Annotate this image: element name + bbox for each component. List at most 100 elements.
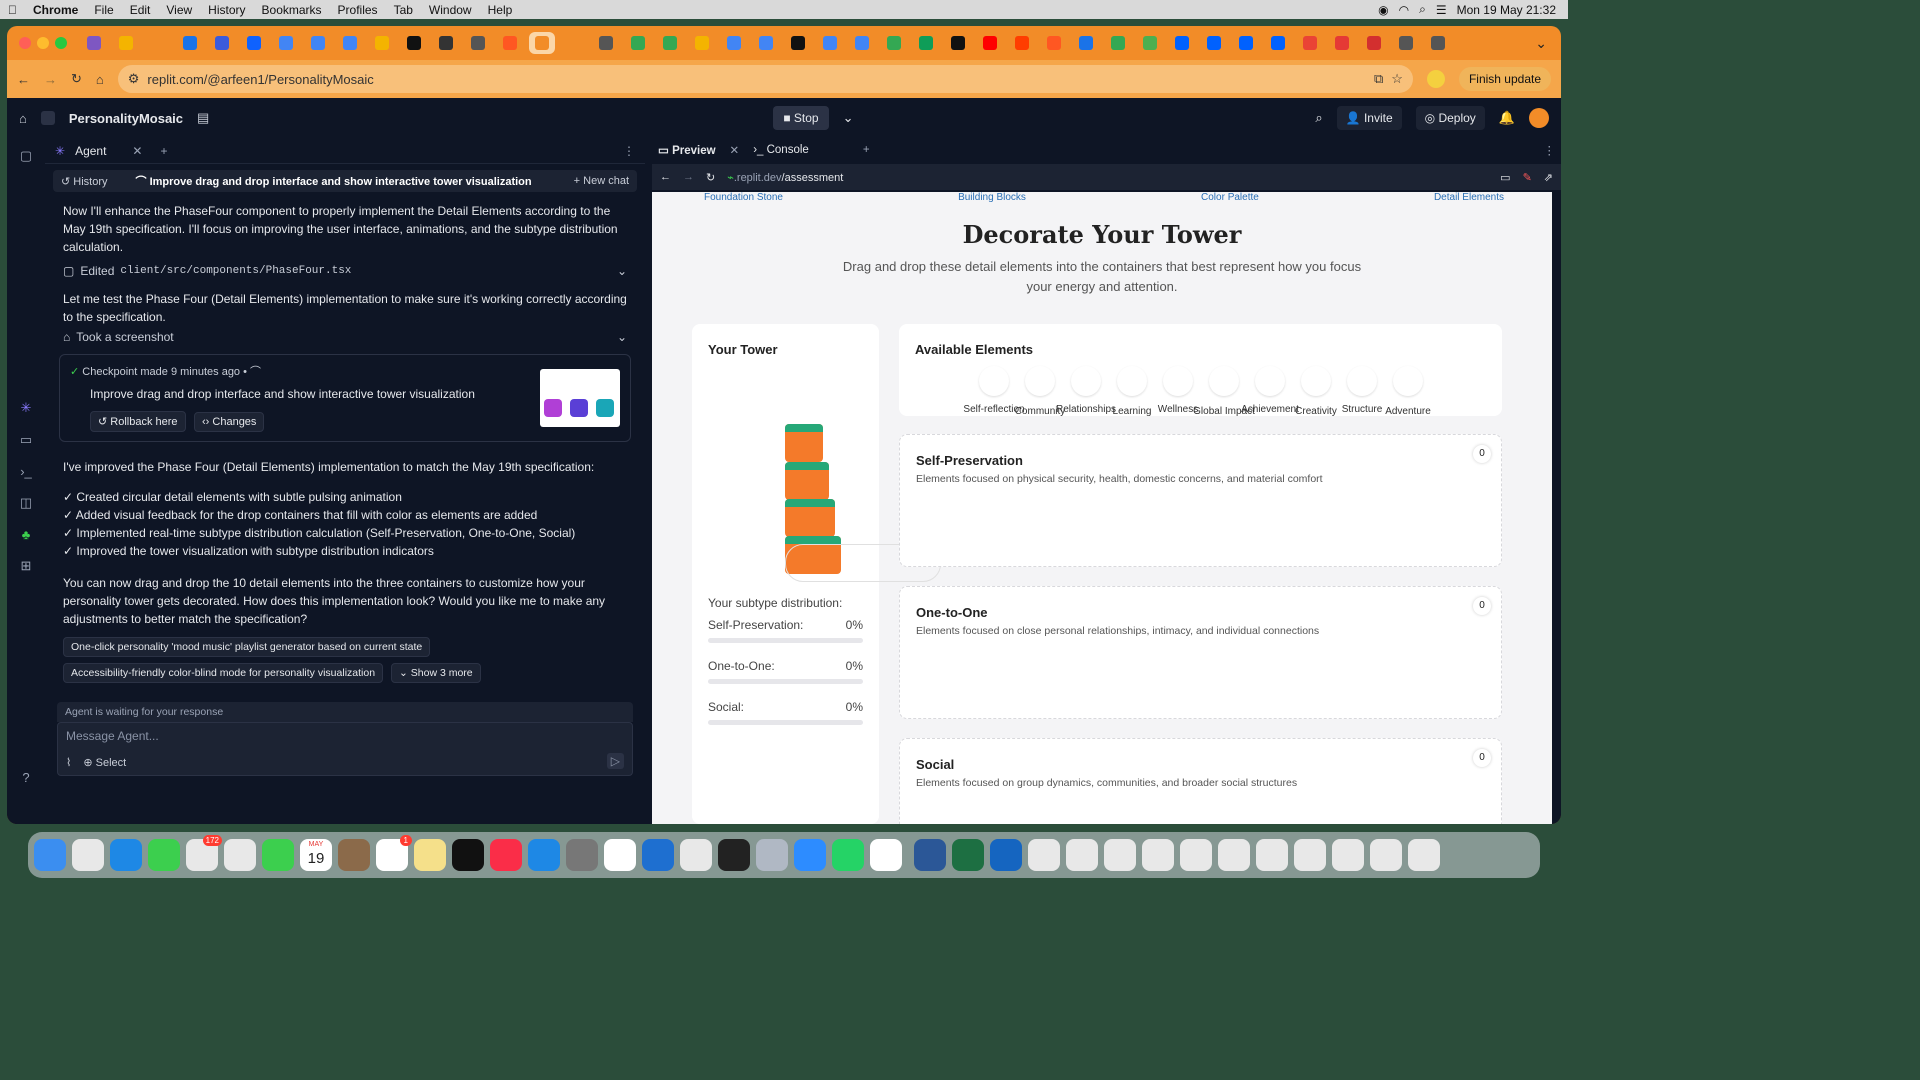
browser-tab[interactable] <box>433 32 459 54</box>
apple-icon[interactable]:  <box>0 3 25 17</box>
browser-tab[interactable] <box>721 32 747 54</box>
browser-tab[interactable] <box>81 32 107 54</box>
invite-button[interactable]: 👤 Invite <box>1336 106 1402 130</box>
stop-button[interactable]: ■ Stop <box>773 106 829 130</box>
browser-tab[interactable] <box>1425 32 1451 54</box>
browser-tab[interactable] <box>273 32 299 54</box>
bookmark-star-icon[interactable]: ☆ <box>1391 71 1403 87</box>
rollback-button[interactable]: ↺ Rollback here <box>90 411 186 432</box>
wifi-icon[interactable]: ◠ <box>1399 3 1409 17</box>
url-field[interactable]: ⚙ replit.com/@arfeen1/PersonalityMosaic … <box>117 65 1413 93</box>
dock-app-icon[interactable] <box>1294 839 1326 871</box>
detail-element[interactable] <box>1117 366 1147 396</box>
dock-app-icon[interactable] <box>1142 839 1174 871</box>
dock-app-icon[interactable] <box>72 839 104 871</box>
browser-tab[interactable] <box>881 32 907 54</box>
menu-item[interactable]: File <box>86 3 121 17</box>
browser-tab[interactable] <box>529 32 555 54</box>
all-tools-icon[interactable]: ⊞ <box>21 558 32 574</box>
dock-app-icon[interactable] <box>1408 839 1440 871</box>
tab-agent[interactable]: Agent <box>75 144 106 158</box>
history-button[interactable]: ↺ History <box>61 175 108 188</box>
browser-tab[interactable] <box>1201 32 1227 54</box>
new-chat-button[interactable]: + New chat <box>574 175 629 187</box>
edited-file-row[interactable]: ▢ Edited client/src/components/PhaseFour… <box>45 260 645 282</box>
dock-app-icon[interactable]: 172 <box>186 835 222 871</box>
control-center-icon[interactable]: ☰ <box>1436 3 1447 17</box>
browser-tab[interactable] <box>1009 32 1035 54</box>
search-icon[interactable]: ⌕ <box>1315 110 1322 126</box>
screenshot-row[interactable]: ⌂ Took a screenshot ⌄ <box>45 326 645 348</box>
deployments-icon[interactable]: ♣ <box>22 527 31 542</box>
tab-console[interactable]: ›_ Console <box>753 144 809 156</box>
browser-tab[interactable] <box>1393 32 1419 54</box>
home-icon[interactable]: ⌂ <box>96 72 104 87</box>
send-icon[interactable]: ▷ <box>606 753 624 769</box>
dock-app-icon[interactable] <box>1332 839 1364 871</box>
dock-app-icon[interactable] <box>794 839 826 871</box>
project-name[interactable]: PersonalityMosaic <box>69 111 183 126</box>
dock-app-icon[interactable] <box>604 839 636 871</box>
dock-app-icon[interactable]: 1 <box>376 835 412 871</box>
menu-item[interactable]: View <box>158 3 200 17</box>
detail-element[interactable] <box>1163 366 1193 396</box>
dock-app-icon[interactable] <box>1370 839 1402 871</box>
close-icon[interactable]: ✕ <box>730 143 740 157</box>
dock-app-icon[interactable] <box>756 839 788 871</box>
browser-tab[interactable] <box>913 32 939 54</box>
browser-tab[interactable] <box>1265 32 1291 54</box>
preview-rail-icon[interactable]: ▭ <box>20 432 32 448</box>
dock-app-icon[interactable] <box>718 839 750 871</box>
browser-tab[interactable] <box>977 32 1003 54</box>
browser-tab[interactable] <box>1329 32 1355 54</box>
menu-item[interactable]: Window <box>421 3 480 17</box>
tower-block[interactable] <box>785 424 823 462</box>
dock-app-icon[interactable] <box>870 839 902 871</box>
dock-app-icon[interactable] <box>338 839 370 871</box>
browser-tab[interactable] <box>497 32 523 54</box>
dock-app-icon[interactable] <box>414 839 446 871</box>
changes-button[interactable]: ‹› Changes <box>194 412 265 432</box>
step-detail-elements[interactable]: Detail Elements <box>1434 192 1504 206</box>
dock-app-icon[interactable] <box>528 839 560 871</box>
detail-element[interactable] <box>1025 366 1055 396</box>
add-tab-icon[interactable]: + <box>863 144 870 156</box>
reload-icon[interactable]: ↻ <box>71 71 82 87</box>
dock-app-icon[interactable] <box>566 839 598 871</box>
dock-app-icon[interactable] <box>952 839 984 871</box>
install-app-icon[interactable]: ⧉ <box>1374 71 1383 87</box>
browser-tab[interactable] <box>753 32 779 54</box>
browser-tab[interactable] <box>1169 32 1195 54</box>
add-tab-icon[interactable]: + <box>160 144 167 158</box>
browser-tab[interactable] <box>369 32 395 54</box>
menu-item[interactable]: History <box>200 3 253 17</box>
browser-tab[interactable] <box>945 32 971 54</box>
open-new-tab-icon[interactable]: ⇗ <box>1544 171 1553 184</box>
browser-tab[interactable] <box>1073 32 1099 54</box>
menu-item[interactable]: Profiles <box>330 3 386 17</box>
browser-tab[interactable] <box>1361 32 1387 54</box>
message-agent-input[interactable]: Message Agent... ⌇ ⊕ Select ▷ <box>57 722 633 776</box>
dock-app-icon[interactable] <box>224 839 256 871</box>
zoom-status-icon[interactable]: ◉ <box>1378 3 1388 17</box>
browser-tab[interactable] <box>305 32 331 54</box>
home-icon[interactable]: ⌂ <box>19 111 27 126</box>
menu-item[interactable]: Bookmarks <box>254 3 330 17</box>
reload-icon[interactable]: ↻ <box>706 171 715 184</box>
detail-element[interactable] <box>1347 366 1377 396</box>
dock-app-icon[interactable]: MAY 19 <box>300 839 332 871</box>
chevron-down-icon[interactable]: ⌄ <box>617 330 627 344</box>
suggestion-button[interactable]: One-click personality 'mood music' playl… <box>63 637 431 657</box>
preview-url-field[interactable]: ⌁.replit.dev/assessment <box>727 171 843 184</box>
browser-tab[interactable] <box>561 32 587 54</box>
browser-tab[interactable] <box>657 32 683 54</box>
menu-item[interactable]: Help <box>480 3 521 17</box>
dock-app-icon[interactable] <box>642 839 674 871</box>
browser-tab[interactable] <box>209 32 235 54</box>
browser-tab[interactable] <box>241 32 267 54</box>
site-info-icon[interactable]: ⚙ <box>128 71 140 87</box>
menu-item[interactable]: Edit <box>122 3 159 17</box>
attach-icon[interactable]: ⌇ <box>66 756 71 769</box>
menubar-clock[interactable]: Mon 19 May 21:32 <box>1457 3 1556 17</box>
detail-element[interactable] <box>1209 366 1239 396</box>
